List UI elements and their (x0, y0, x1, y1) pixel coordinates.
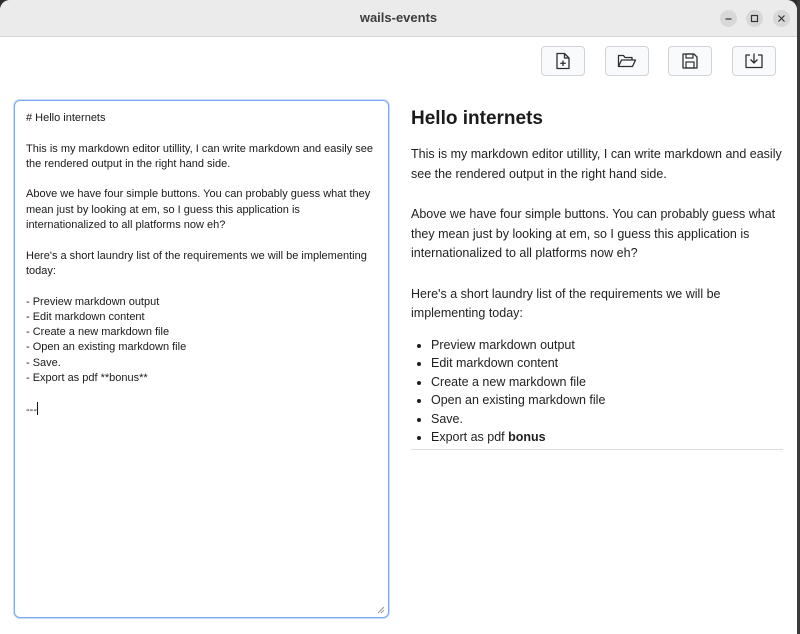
list-item: Edit markdown content (431, 354, 783, 373)
list-item: Save. (431, 410, 783, 429)
close-icon (778, 15, 785, 22)
markdown-preview: Hello internets This is my markdown edit… (411, 104, 783, 450)
list-item: Open an existing markdown file (431, 391, 783, 410)
maximize-icon (750, 14, 759, 23)
horizontal-rule (411, 448, 783, 450)
close-button[interactable] (773, 10, 790, 27)
download-icon (745, 53, 763, 69)
titlebar: wails-events (0, 0, 797, 37)
minimize-button[interactable] (720, 10, 737, 27)
save-button[interactable] (668, 46, 712, 76)
export-button[interactable] (732, 46, 776, 76)
resize-handle-icon[interactable] (377, 606, 385, 614)
preview-heading: Hello internets (411, 108, 543, 129)
markdown-editor[interactable]: # Hello internets This is my markdown ed… (14, 100, 389, 618)
list-item-text: Export as pdf (431, 430, 505, 444)
new-file-button[interactable] (541, 46, 585, 76)
toolbar (0, 46, 797, 78)
file-plus-icon (556, 52, 570, 70)
save-icon (682, 53, 698, 69)
preview-paragraph: Here's a short laundry list of the requi… (411, 286, 721, 321)
list-item: Create a new markdown file (431, 373, 783, 392)
preview-paragraph: This is my markdown editor utillity, I c… (411, 147, 782, 181)
bold-text: bonus (508, 430, 546, 444)
open-file-button[interactable] (605, 46, 649, 76)
maximize-button[interactable] (746, 10, 763, 27)
list-item: Preview markdown output (431, 336, 783, 355)
folder-open-icon (617, 54, 637, 68)
minimize-icon (725, 18, 732, 20)
text-caret (37, 401, 38, 415)
window-title: wails-events (359, 10, 438, 25)
preview-paragraph: Above we have four simple buttons. You c… (411, 207, 776, 260)
editor-text: # Hello internets This is my markdown ed… (26, 112, 374, 416)
app-window: wails-events # Hello internets This is m… (0, 0, 797, 634)
preview-list: Preview markdown output Edit markdown co… (411, 336, 783, 447)
list-item: Export as pdf bonus (431, 428, 783, 447)
